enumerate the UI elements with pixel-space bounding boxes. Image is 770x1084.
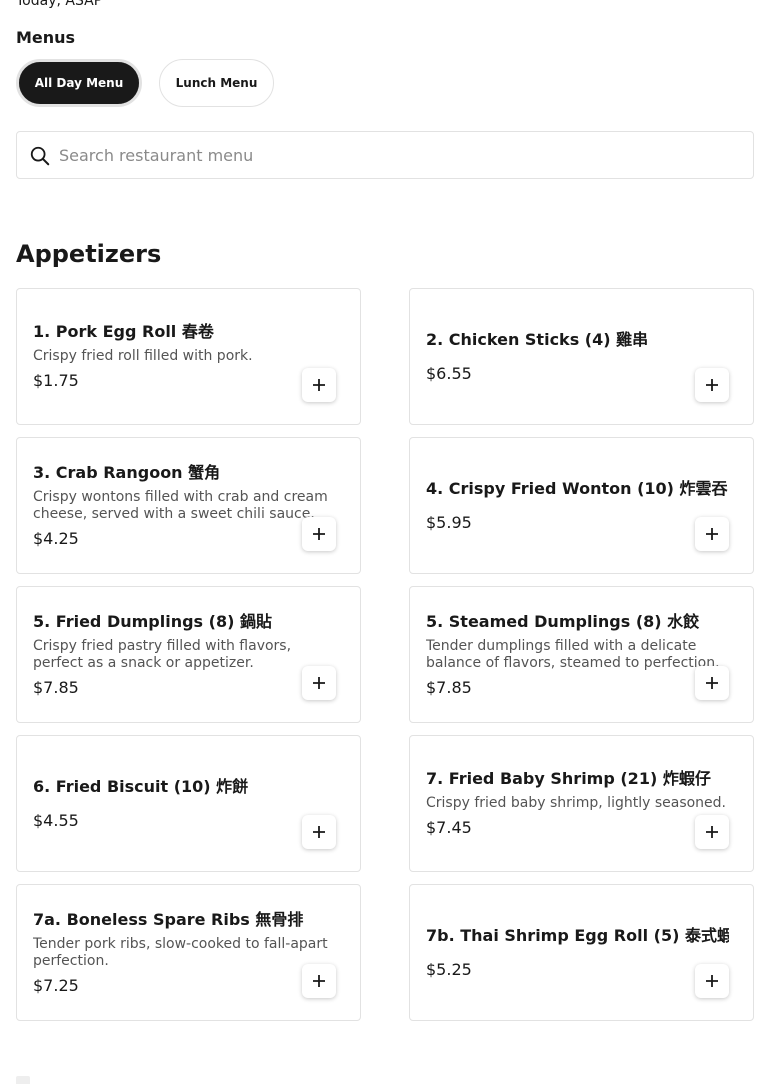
- menu-item-card[interactable]: 7b. Thai Shrimp Egg Roll (5) 泰式蝦卷 $5.25: [409, 884, 754, 1021]
- search-input[interactable]: [59, 132, 739, 178]
- search-icon: [30, 146, 50, 166]
- plus-icon: [706, 677, 718, 689]
- next-section-heading-stub: [16, 1076, 30, 1084]
- menus-heading: Menus: [16, 28, 76, 47]
- menu-item-body: 5. Steamed Dumplings (8) 水餃 Tender dumpl…: [426, 587, 729, 722]
- add-item-button[interactable]: [695, 666, 729, 700]
- menu-item-card[interactable]: 1. Pork Egg Roll 春卷 Crispy fried roll fi…: [16, 288, 361, 425]
- menu-item-card[interactable]: 6. Fried Biscuit (10) 炸餅 $4.55: [16, 735, 361, 872]
- menu-item-body: 4. Crispy Fried Wonton (10) 炸雲吞 $5.95: [426, 438, 729, 573]
- store-menu-page: Today, ASAP Menus All Day Menu Lunch Men…: [0, 0, 770, 1084]
- menu-item-card[interactable]: 7a. Boneless Spare Ribs 無骨排 Tender pork …: [16, 884, 361, 1021]
- plus-icon: [706, 528, 718, 540]
- plus-icon: [313, 528, 325, 540]
- menu-item-body: 7b. Thai Shrimp Egg Roll (5) 泰式蝦卷 $5.25: [426, 885, 729, 1020]
- menu-item-name: 1. Pork Egg Roll 春卷: [33, 322, 214, 341]
- menu-item-body: 5. Fried Dumplings (8) 鍋貼 Crispy fried p…: [33, 587, 336, 722]
- search-box[interactable]: [16, 131, 754, 179]
- plus-icon: [706, 826, 718, 838]
- add-item-button[interactable]: [695, 964, 729, 998]
- menu-item-price: $4.25: [33, 528, 79, 548]
- add-item-button[interactable]: [695, 815, 729, 849]
- menu-item-body: 2. Chicken Sticks (4) 雞串 $6.55: [426, 289, 729, 424]
- menu-item-body: 1. Pork Egg Roll 春卷 Crispy fried roll fi…: [33, 289, 336, 424]
- menu-item-price: $5.25: [426, 959, 472, 979]
- menu-item-description: Crispy fried pastry filled with flavors,…: [33, 637, 292, 671]
- menu-item-price: $1.75: [33, 371, 79, 390]
- add-item-button[interactable]: [302, 964, 336, 998]
- menu-item-description: Crispy wontons filled with crab and crea…: [33, 488, 328, 522]
- menu-item-card[interactable]: 5. Fried Dumplings (8) 鍋貼 Crispy fried p…: [16, 586, 361, 723]
- menu-item-card[interactable]: 7. Fried Baby Shrimp (21) 炸蝦仔 Crispy fri…: [409, 735, 754, 872]
- delivery-eta: Today, ASAP: [16, 0, 103, 9]
- menu-item-name: 7a. Boneless Spare Ribs 無骨排: [33, 909, 304, 929]
- menu-item-name: 7. Fried Baby Shrimp (21) 炸蝦仔: [426, 769, 711, 788]
- plus-icon: [313, 975, 325, 987]
- tab-all-day-menu-label: All Day Menu: [34, 76, 124, 90]
- menu-item-name: 4. Crispy Fried Wonton (10) 炸雲吞: [426, 478, 728, 498]
- menu-item-card[interactable]: 2. Chicken Sticks (4) 雞串 $6.55: [409, 288, 754, 425]
- menu-item-card[interactable]: 3. Crab Rangoon 蟹角 Crispy wontons filled…: [16, 437, 361, 574]
- menu-item-description: Crispy fried baby shrimp, lightly season…: [426, 795, 727, 811]
- menu-item-name: 2. Chicken Sticks (4) 雞串: [426, 329, 649, 349]
- menu-item-price: $4.55: [33, 810, 79, 830]
- plus-icon: [313, 826, 325, 838]
- add-item-button[interactable]: [302, 368, 336, 402]
- menu-item-card[interactable]: 5. Steamed Dumplings (8) 水餃 Tender dumpl…: [409, 586, 754, 723]
- menu-item-description: Tender pork ribs, slow-cooked to fall-ap…: [33, 935, 328, 969]
- menu-item-name: 5. Fried Dumplings (8) 鍋貼: [33, 611, 272, 631]
- tab-all-day-menu[interactable]: All Day Menu: [16, 59, 142, 107]
- plus-icon: [313, 379, 325, 391]
- menu-item-price: $7.25: [33, 975, 79, 995]
- menu-item-description: Crispy fried roll filled with pork.: [33, 348, 253, 364]
- menu-item-card[interactable]: 4. Crispy Fried Wonton (10) 炸雲吞 $5.95: [409, 437, 754, 574]
- add-item-button[interactable]: [302, 815, 336, 849]
- plus-icon: [313, 677, 325, 689]
- menu-item-description: Tender dumplings filled with a delicate …: [426, 637, 720, 671]
- menu-item-price: $7.45: [426, 818, 472, 837]
- menu-item-body: 7a. Boneless Spare Ribs 無骨排 Tender pork …: [33, 885, 336, 1020]
- tab-lunch-menu-label: Lunch Menu: [175, 76, 258, 90]
- menu-item-name: 3. Crab Rangoon 蟹角: [33, 462, 221, 482]
- menu-item-price: $5.95: [426, 512, 472, 532]
- add-item-button[interactable]: [695, 517, 729, 551]
- menu-item-name: 5. Steamed Dumplings (8) 水餃: [426, 611, 700, 631]
- add-item-button[interactable]: [302, 666, 336, 700]
- menu-item-price: $7.85: [426, 677, 472, 697]
- plus-icon: [706, 975, 718, 987]
- menu-item-body: 7. Fried Baby Shrimp (21) 炸蝦仔 Crispy fri…: [426, 736, 729, 871]
- tab-lunch-menu[interactable]: Lunch Menu: [159, 59, 274, 107]
- plus-icon: [706, 379, 718, 391]
- menu-item-name: 7b. Thai Shrimp Egg Roll (5) 泰式蝦卷: [426, 925, 729, 945]
- menu-item-name: 6. Fried Biscuit (10) 炸餅: [33, 776, 249, 796]
- add-item-button[interactable]: [695, 368, 729, 402]
- add-item-button[interactable]: [302, 517, 336, 551]
- menu-item-body: 3. Crab Rangoon 蟹角 Crispy wontons filled…: [33, 438, 336, 573]
- menu-item-price: $6.55: [426, 363, 472, 383]
- section-title: Appetizers: [16, 240, 162, 268]
- menu-item-body: 6. Fried Biscuit (10) 炸餅 $4.55: [33, 736, 336, 871]
- menu-item-price: $7.85: [33, 677, 79, 697]
